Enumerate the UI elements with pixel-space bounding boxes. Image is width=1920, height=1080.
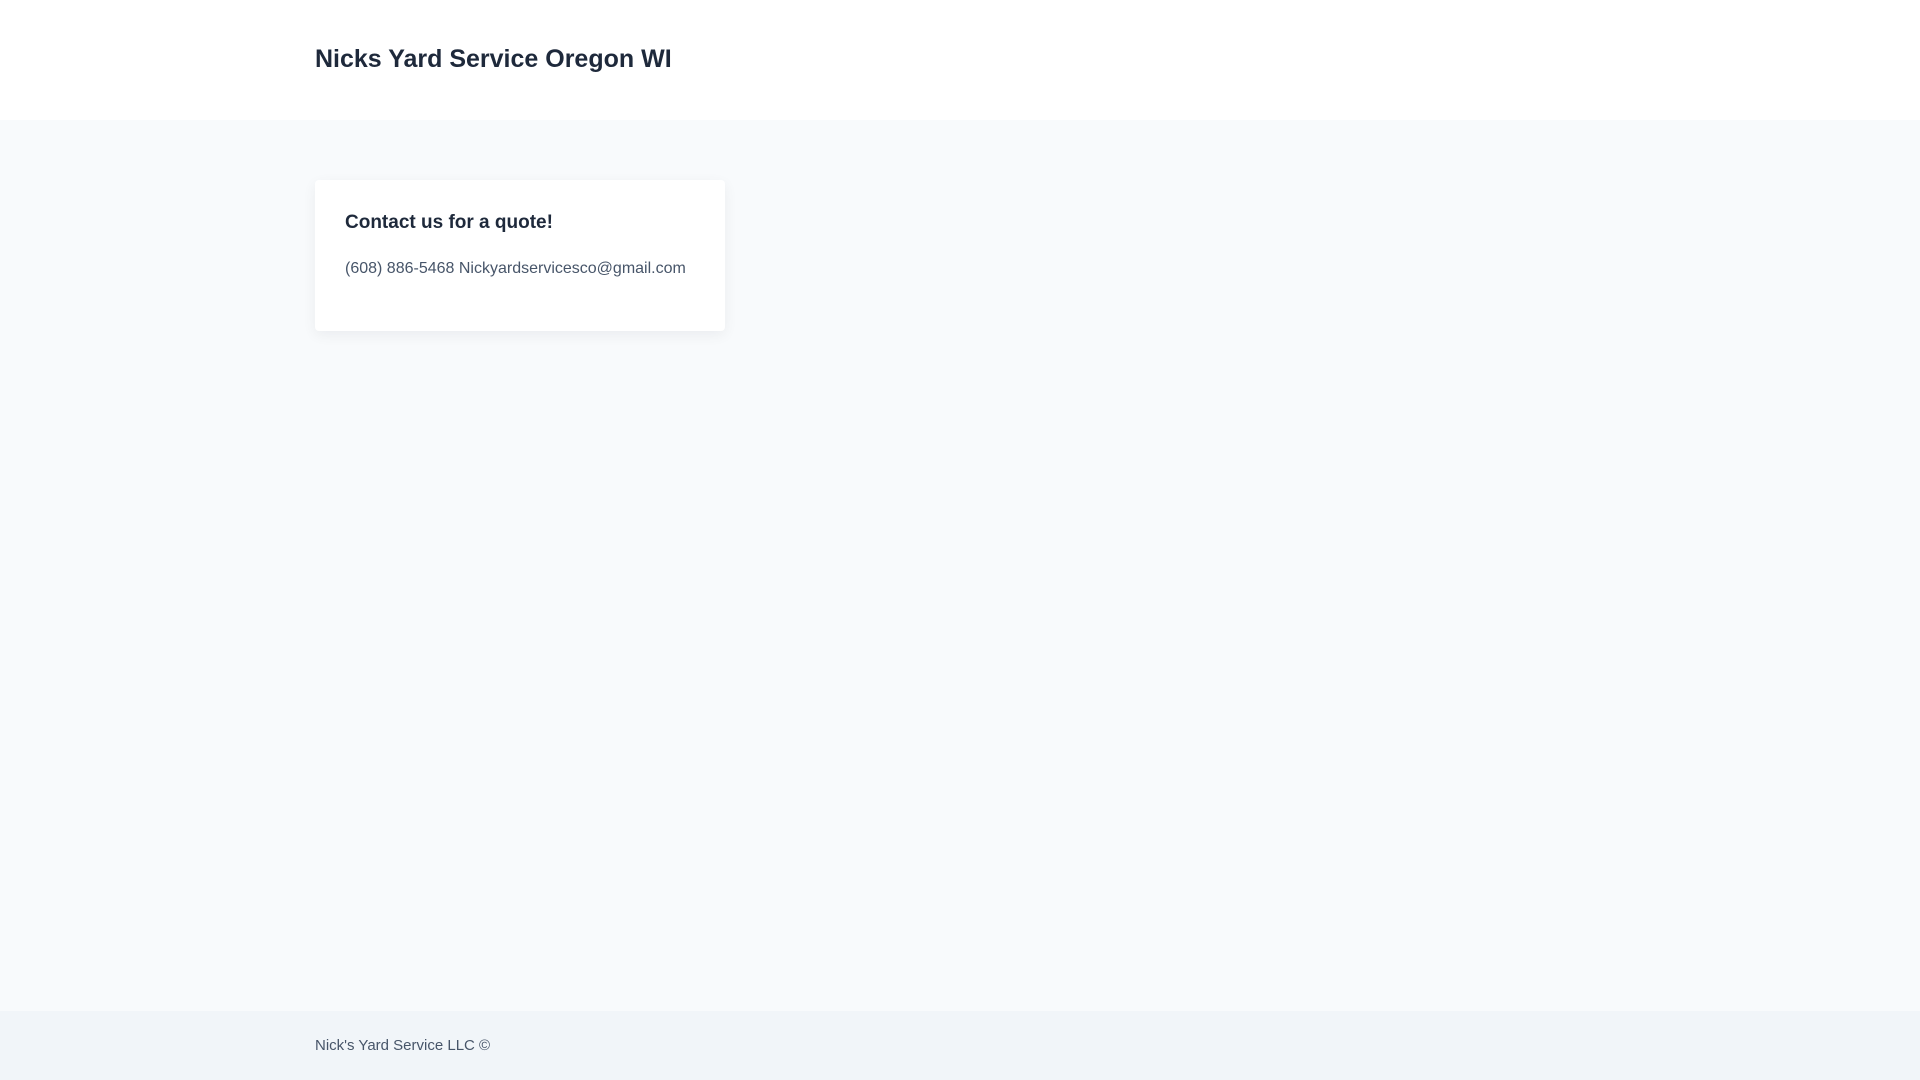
site-footer: Nick's Yard Service LLC © [0, 1011, 1920, 1080]
contact-card: Contact us for a quote! (608) 886-5468 N… [315, 180, 725, 331]
site-header: Nicks Yard Service Oregon WI [0, 0, 1920, 120]
footer-copyright: Nick's Yard Service LLC © [315, 1037, 491, 1054]
site-title[interactable]: Nicks Yard Service Oregon WI [315, 43, 672, 75]
main-content [0, 120, 1920, 1011]
contact-card-heading: Contact us for a quote! [345, 212, 553, 233]
contact-details: (608) 886-5468 Nickyardservicesco@gmail.… [345, 260, 686, 277]
